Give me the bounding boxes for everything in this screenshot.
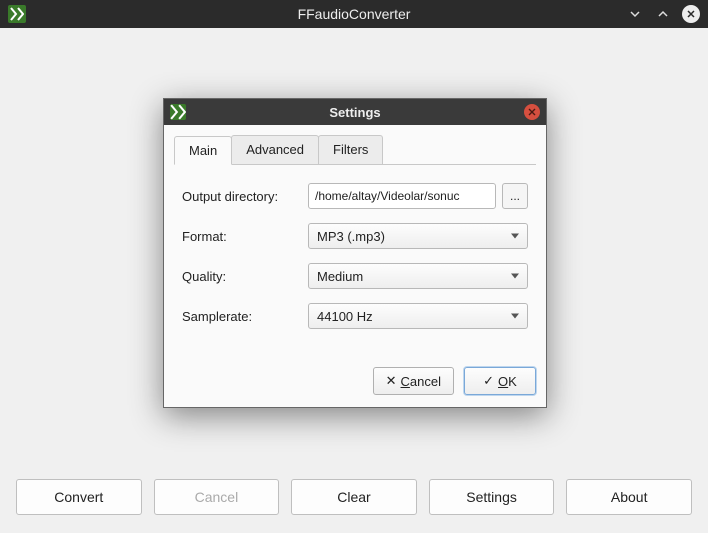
quality-value: Medium — [317, 269, 363, 284]
label-quality: Quality: — [182, 269, 300, 284]
titlebar: FFaudioConverter — [0, 0, 708, 28]
samplerate-value: 44100 Hz — [317, 309, 373, 324]
row-format: Format: MP3 (.mp3) — [182, 223, 528, 249]
format-select[interactable]: MP3 (.mp3) — [308, 223, 528, 249]
ok-button[interactable]: ✓ OK — [464, 367, 536, 395]
close-icon: ✕ — [386, 373, 397, 389]
chevron-up-icon — [656, 7, 670, 21]
tab-advanced[interactable]: Advanced — [231, 135, 319, 164]
samplerate-select[interactable]: 44100 Hz — [308, 303, 528, 329]
close-icon — [686, 9, 696, 19]
ffmpeg-icon — [170, 104, 186, 120]
footer-toolbar: Convert Cancel Clear Settings About — [0, 467, 708, 533]
chevron-down-icon — [511, 314, 519, 319]
dialog-title: Settings — [164, 105, 546, 120]
settings-dialog: Settings Main Advanced Filters Output di… — [163, 98, 547, 408]
ffmpeg-icon — [8, 5, 26, 23]
cancel-button[interactable]: ✕ Cancel — [373, 367, 454, 395]
dialog-close-button[interactable] — [524, 104, 540, 120]
format-value: MP3 (.mp3) — [317, 229, 385, 244]
tabs: Main Advanced Filters — [174, 135, 536, 165]
tab-main[interactable]: Main — [174, 136, 232, 165]
window-controls — [626, 5, 700, 23]
dialog-titlebar: Settings — [164, 99, 546, 125]
chevron-down-icon — [511, 234, 519, 239]
about-button[interactable]: About — [566, 479, 692, 515]
label-output-directory: Output directory: — [182, 189, 300, 204]
row-samplerate: Samplerate: 44100 Hz — [182, 303, 528, 329]
settings-button[interactable]: Settings — [429, 479, 555, 515]
main-window: FFaudioConverter Settings — [0, 0, 708, 533]
minimize-button[interactable] — [626, 5, 644, 23]
close-button[interactable] — [682, 5, 700, 23]
convert-button[interactable]: Convert — [16, 479, 142, 515]
cancel-button: Cancel — [154, 479, 280, 515]
label-format: Format: — [182, 229, 300, 244]
check-icon: ✓ — [483, 373, 494, 389]
tab-filters[interactable]: Filters — [318, 135, 383, 164]
clear-button[interactable]: Clear — [291, 479, 417, 515]
dialog-body: Main Advanced Filters Output directory: … — [164, 125, 546, 359]
row-quality: Quality: Medium — [182, 263, 528, 289]
chevron-down-icon — [511, 274, 519, 279]
maximize-button[interactable] — [654, 5, 672, 23]
row-output-directory: Output directory: /home/altay/Videolar/s… — [182, 183, 528, 209]
output-directory-input[interactable]: /home/altay/Videolar/sonuc — [308, 183, 496, 209]
main-area: Settings Main Advanced Filters Output di… — [0, 28, 708, 467]
quality-select[interactable]: Medium — [308, 263, 528, 289]
browse-button[interactable]: ... — [502, 183, 528, 209]
dialog-actions: ✕ Cancel ✓ OK — [164, 359, 546, 407]
chevron-down-icon — [628, 7, 642, 21]
app-title: FFaudioConverter — [0, 6, 708, 22]
label-samplerate: Samplerate: — [182, 309, 300, 324]
close-icon — [528, 108, 536, 116]
tab-panel-main: Output directory: /home/altay/Videolar/s… — [174, 165, 536, 349]
